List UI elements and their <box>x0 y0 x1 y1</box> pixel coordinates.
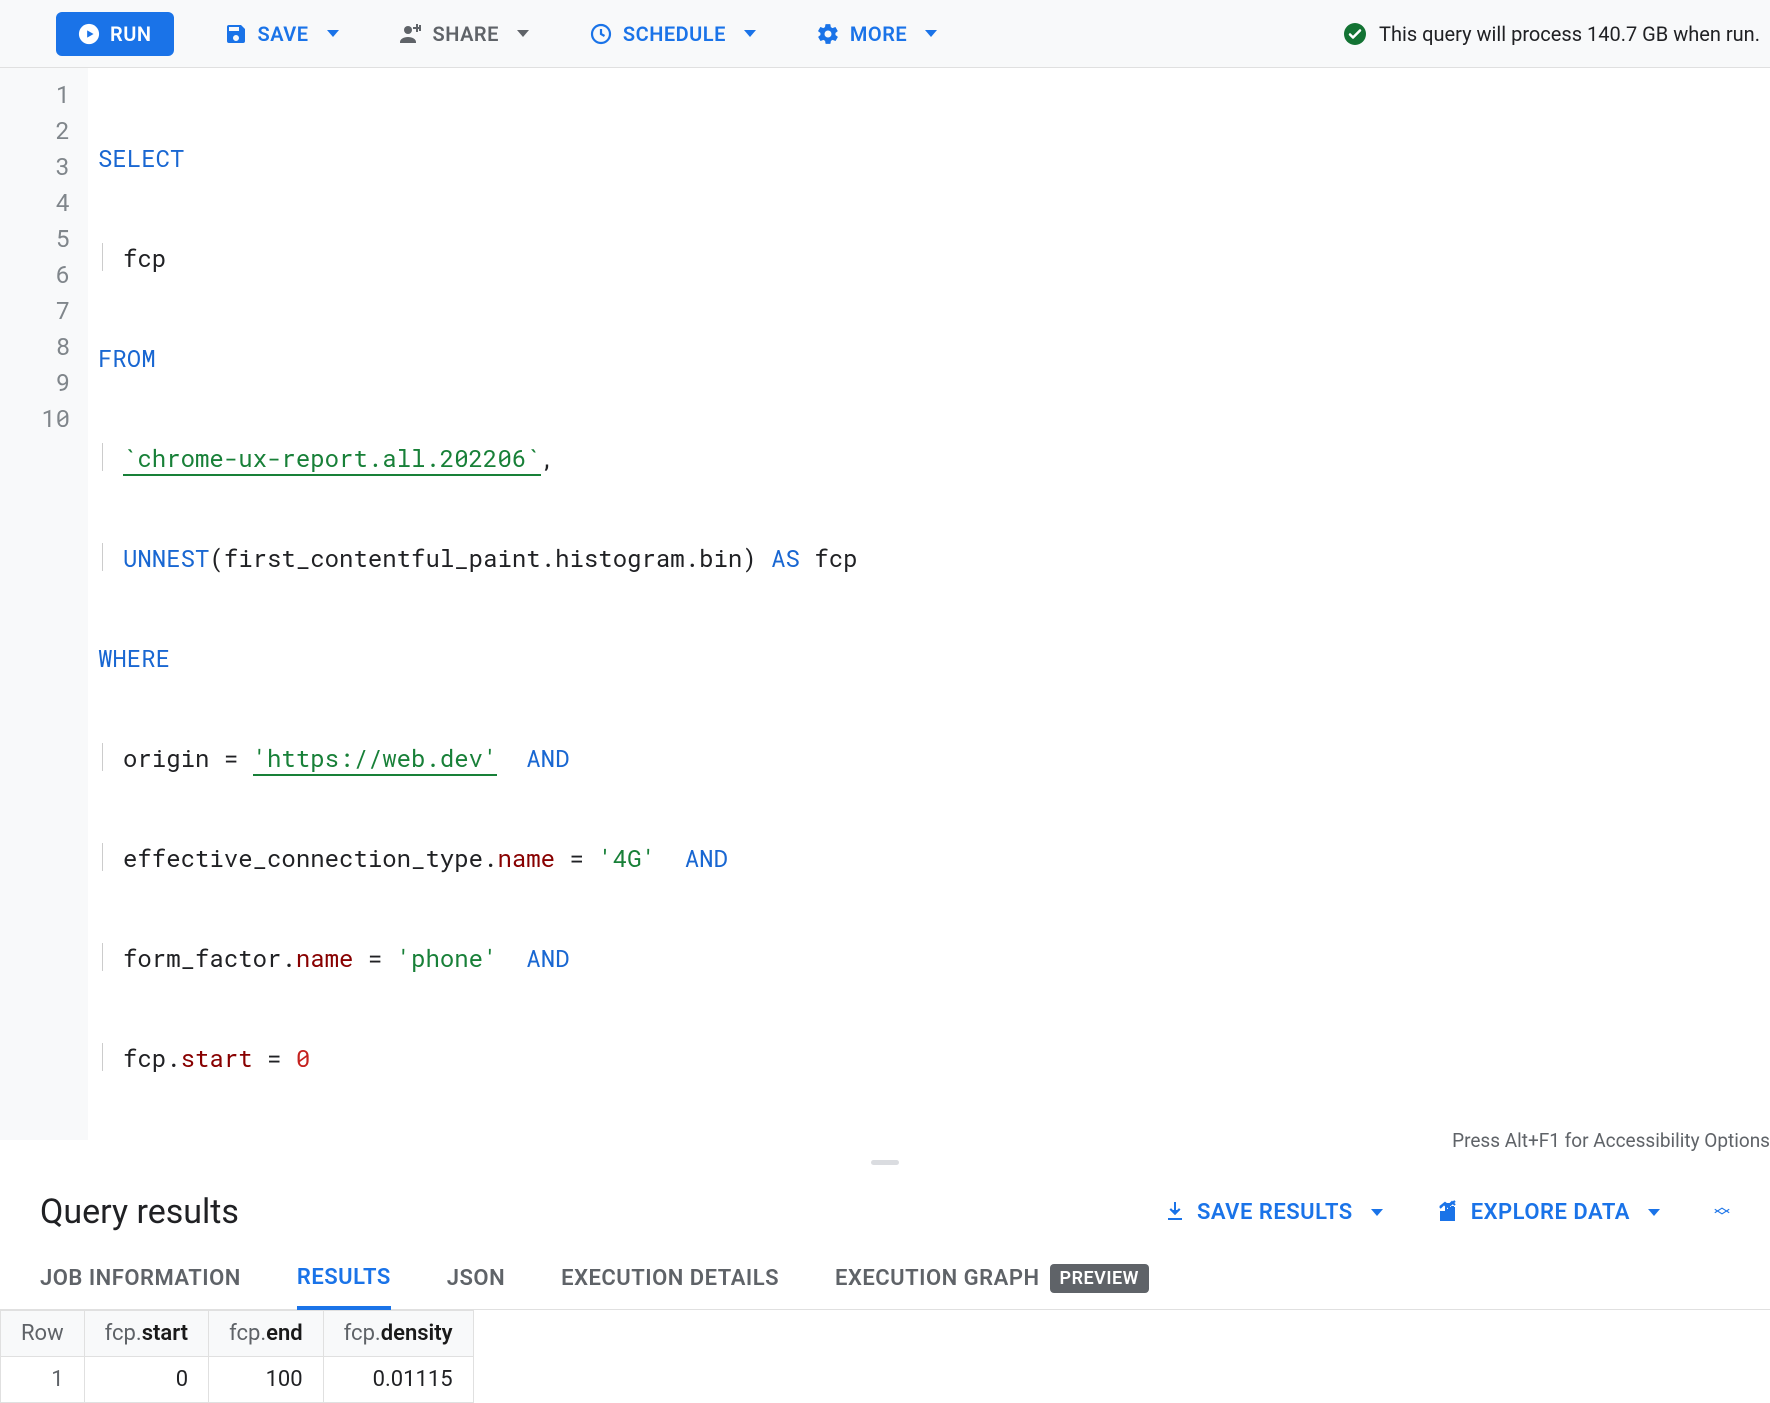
save-button[interactable]: SAVE <box>224 22 339 46</box>
chevron-down-icon <box>327 30 339 37</box>
tab-execution-graph[interactable]: EXECUTION GRAPH PREVIEW <box>835 1264 1149 1309</box>
cell-start: 0 <box>84 1357 208 1403</box>
run-label: RUN <box>110 22 152 46</box>
gear-icon <box>816 22 840 46</box>
validation-msg: This query will process 140.7 GB when ru… <box>1379 22 1760 46</box>
chart-icon <box>1437 1200 1461 1224</box>
cell-density: 0.01115 <box>323 1357 473 1403</box>
sql-editor[interactable]: 12345678910 SELECT fcp FROM `chrome-ux-r… <box>0 68 1770 1160</box>
results-tabs: JOB INFORMATION RESULTS JSON EXECUTION D… <box>0 1244 1770 1310</box>
query-toolbar: RUN SAVE SHARE SCHEDULE MORE This query … <box>0 0 1770 68</box>
play-icon <box>78 23 100 45</box>
more-button[interactable]: MORE <box>816 22 937 46</box>
share-button[interactable]: SHARE <box>399 22 529 46</box>
download-icon <box>1163 1200 1187 1224</box>
col-fcp-start[interactable]: fcp.start <box>84 1311 208 1357</box>
results-title: Query results <box>40 1192 239 1232</box>
schedule-button[interactable]: SCHEDULE <box>589 22 756 46</box>
results-header: Query results SAVE RESULTS EXPLORE DATA … <box>0 1164 1770 1244</box>
share-icon <box>399 22 423 46</box>
table-row[interactable]: 1 0 100 0.01115 <box>1 1357 474 1403</box>
chevron-down-icon <box>1371 1209 1383 1216</box>
save-results-button[interactable]: SAVE RESULTS <box>1163 1200 1383 1225</box>
chevron-down-icon: ﹀ <box>1714 1212 1730 1222</box>
tab-results[interactable]: RESULTS <box>297 1264 391 1310</box>
collapse-toggle[interactable]: ︿ ﹀ <box>1714 1202 1730 1222</box>
cell-end: 100 <box>209 1357 324 1403</box>
tab-job-information[interactable]: JOB INFORMATION <box>40 1264 241 1309</box>
clock-icon <box>589 22 613 46</box>
col-fcp-density[interactable]: fcp.density <box>323 1311 473 1357</box>
save-icon <box>224 22 248 46</box>
line-gutter: 12345678910 <box>0 68 88 1140</box>
col-row[interactable]: Row <box>1 1311 85 1357</box>
chevron није-down-icon <box>1648 1209 1660 1216</box>
chevron-down-icon <box>925 30 937 37</box>
run-button[interactable]: RUN <box>56 12 174 56</box>
results-table: Row fcp.start fcp.end fcp.density 1 0 10… <box>0 1310 474 1403</box>
col-fcp-end[interactable]: fcp.end <box>209 1311 324 1357</box>
tab-execution-details[interactable]: EXECUTION DETAILS <box>561 1264 779 1309</box>
check-circle-icon <box>1343 22 1367 46</box>
query-validation: This query will process 140.7 GB when ru… <box>1343 22 1760 46</box>
tab-json[interactable]: JSON <box>447 1264 505 1309</box>
chevron-down-icon <box>517 30 529 37</box>
explore-data-button[interactable]: EXPLORE DATA <box>1437 1200 1660 1225</box>
chevron-up-icon: ︿ <box>1714 1202 1730 1212</box>
preview-badge: PREVIEW <box>1050 1264 1149 1293</box>
a11y-hint: Press Alt+F1 for Accessibility Options <box>1452 1129 1770 1152</box>
chevron-down-icon <box>744 30 756 37</box>
sql-code[interactable]: SELECT fcp FROM `chrome-ux-report.all.20… <box>88 68 858 1140</box>
cell-row: 1 <box>1 1357 85 1403</box>
